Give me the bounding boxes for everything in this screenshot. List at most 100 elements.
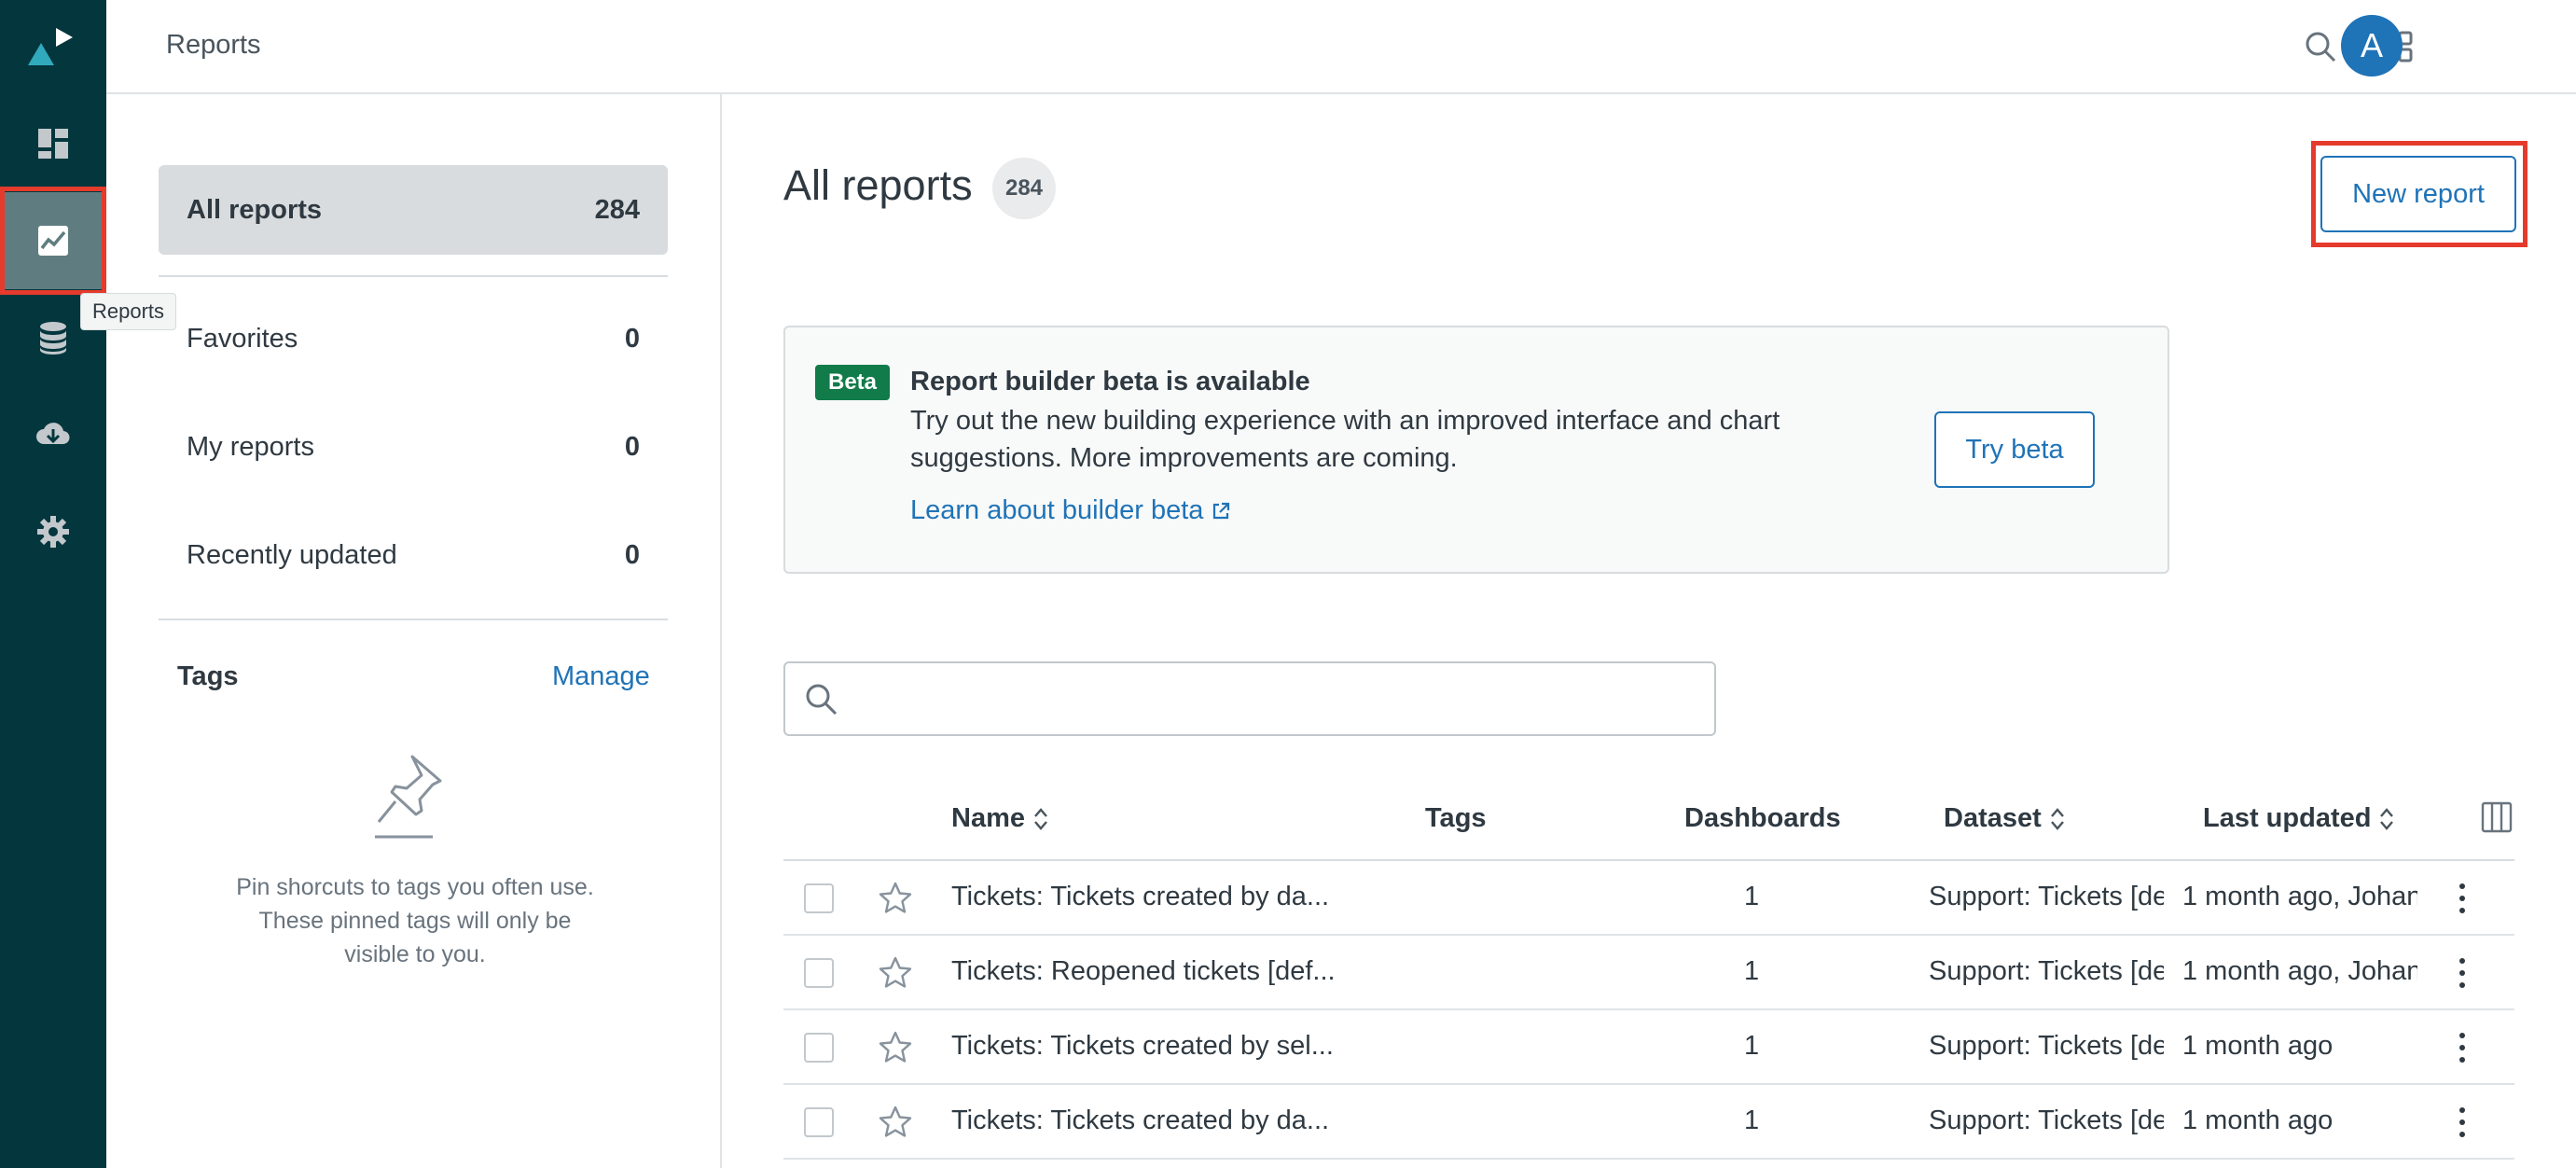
nav-datasets[interactable] (0, 289, 106, 386)
top-header: Reports A (106, 0, 2576, 94)
nav-rail: Reports (0, 0, 177, 1168)
row-dataset: Support: Tickets [de (1929, 1031, 2164, 1061)
filter-label: Recently updated (187, 539, 397, 570)
favorite-star-icon[interactable] (877, 954, 914, 992)
columns-icon (2481, 801, 2513, 833)
filter-count: 284 (594, 194, 640, 225)
nav-settings[interactable] (0, 483, 106, 580)
column-label: Dashboards (1684, 803, 1841, 833)
favorite-star-icon[interactable] (877, 880, 914, 917)
nav-reports[interactable] (0, 192, 106, 289)
app-logo[interactable] (21, 19, 86, 75)
row-last-updated: 1 month ago, Johan (2182, 956, 2417, 986)
learn-beta-link-text: Learn about builder beta (910, 495, 1204, 525)
row-last-updated: 1 month ago, Johan (2182, 882, 2417, 911)
row-dashboards: 1 (1744, 882, 1760, 911)
filter-count: 0 (624, 431, 640, 462)
new-report-button[interactable]: New report (2320, 156, 2516, 232)
filter-count: 0 (624, 539, 640, 570)
filter-recently-updated[interactable]: Recently updated 0 (159, 510, 668, 600)
page-header-title: Reports (166, 30, 261, 60)
column-label: Name (951, 803, 1025, 833)
tags-empty-text: Pin shorcuts to tags you often use. Thes… (236, 874, 594, 967)
table-row[interactable]: Tickets: Tickets created by da... 1 Supp… (783, 1085, 2514, 1160)
column-label: Tags (1425, 803, 1487, 833)
row-checkbox[interactable] (804, 1107, 834, 1137)
row-menu-button[interactable] (2451, 954, 2473, 992)
sort-icon (2050, 807, 2064, 830)
row-dataset: Support: Tickets [de (1929, 956, 2164, 986)
tags-heading: Tags (177, 661, 239, 691)
filter-all-reports[interactable]: All reports 284 (159, 165, 668, 255)
column-label: Last updated (2203, 803, 2372, 833)
search-input[interactable] (851, 673, 1690, 725)
reports-icon (38, 226, 68, 256)
favorite-star-icon[interactable] (877, 1029, 914, 1066)
row-checkbox[interactable] (804, 958, 834, 988)
manage-tags-link[interactable]: Manage (552, 661, 650, 692)
nav-download[interactable] (0, 386, 106, 483)
beta-badge: Beta (815, 365, 891, 400)
header-search-button[interactable] (2298, 24, 2343, 69)
row-dashboards: 1 (1744, 956, 1760, 986)
row-name[interactable]: Tickets: Tickets created by da... (951, 1105, 1362, 1136)
table-row[interactable]: Tickets: Reopened tickets [def... 1 Supp… (783, 936, 2514, 1010)
filter-favorites[interactable]: Favorites 0 (159, 294, 668, 383)
column-label: Dataset (1944, 803, 2042, 833)
download-icon (36, 423, 70, 445)
favorite-star-icon[interactable] (877, 1104, 914, 1141)
row-dataset: Support: Tickets [de (1929, 882, 2164, 911)
dashboard-icon (38, 129, 68, 159)
row-last-updated: 1 month ago (2182, 1105, 2334, 1135)
row-last-updated: 1 month ago (2182, 1031, 2334, 1061)
main-content: All reports 284 New report Beta Report b… (722, 94, 2576, 1168)
row-checkbox[interactable] (804, 1033, 834, 1063)
filter-label: Favorites (187, 323, 298, 354)
report-search[interactable] (783, 661, 1716, 736)
row-dashboards: 1 (1744, 1031, 1760, 1061)
divider (159, 275, 668, 277)
table-header: Name Tags Dashboards Dataset Last update… (783, 785, 2514, 861)
sort-icon (2380, 807, 2394, 830)
reports-count-badge: 284 (992, 158, 1056, 219)
column-name[interactable]: Name (951, 803, 1049, 834)
row-menu-button[interactable] (2451, 1029, 2473, 1066)
divider (159, 619, 668, 620)
sort-icon (1034, 807, 1047, 830)
column-dashboards: Dashboards (1684, 803, 1841, 834)
search-icon (2306, 32, 2336, 63)
table-row[interactable]: Tickets: Tickets created by da... 1 Supp… (783, 861, 2514, 936)
page-title: All reports (783, 161, 973, 209)
column-tags: Tags (1425, 803, 1487, 834)
row-menu-button[interactable] (2451, 1104, 2473, 1141)
table-row[interactable]: Tickets: Tickets created by sel... 1 Sup… (783, 1010, 2514, 1085)
external-link-icon (1213, 502, 1230, 519)
column-settings-button[interactable] (2481, 801, 2513, 833)
filter-label: All reports (187, 194, 323, 225)
filter-my-reports[interactable]: My reports 0 (159, 402, 668, 492)
row-name[interactable]: Tickets: Tickets created by sel... (951, 1031, 1362, 1062)
beta-banner: Beta Report builder beta is available Tr… (783, 326, 2169, 574)
row-dataset: Support: Tickets [de (1929, 1105, 2164, 1135)
filter-label: My reports (187, 431, 314, 462)
datasets-icon (40, 322, 66, 355)
try-beta-button[interactable]: Try beta (1934, 411, 2095, 488)
gear-icon (37, 516, 69, 548)
row-dashboards: 1 (1744, 1105, 1760, 1135)
report-filters-panel: All reports 284 Favorites 0 My reports 0… (106, 94, 722, 1168)
beta-body: Try out the new building experience with… (910, 406, 1780, 473)
filter-count: 0 (624, 323, 640, 354)
row-name[interactable]: Tickets: Tickets created by da... (951, 882, 1362, 912)
row-menu-button[interactable] (2451, 880, 2473, 917)
row-checkbox[interactable] (804, 883, 834, 913)
learn-beta-link[interactable]: Learn about builder beta (910, 495, 1231, 526)
pushpin-icon (375, 755, 442, 839)
column-dataset[interactable]: Dataset (1944, 803, 2066, 834)
reports-table: Name Tags Dashboards Dataset Last update… (783, 785, 2514, 1160)
nav-dashboard[interactable] (0, 95, 106, 192)
column-last-updated[interactable]: Last updated (2203, 803, 2395, 834)
search-icon (806, 684, 838, 716)
row-name[interactable]: Tickets: Reopened tickets [def... (951, 956, 1362, 987)
user-avatar[interactable]: A (2341, 15, 2403, 76)
beta-heading: Report builder beta is available (910, 367, 1310, 396)
